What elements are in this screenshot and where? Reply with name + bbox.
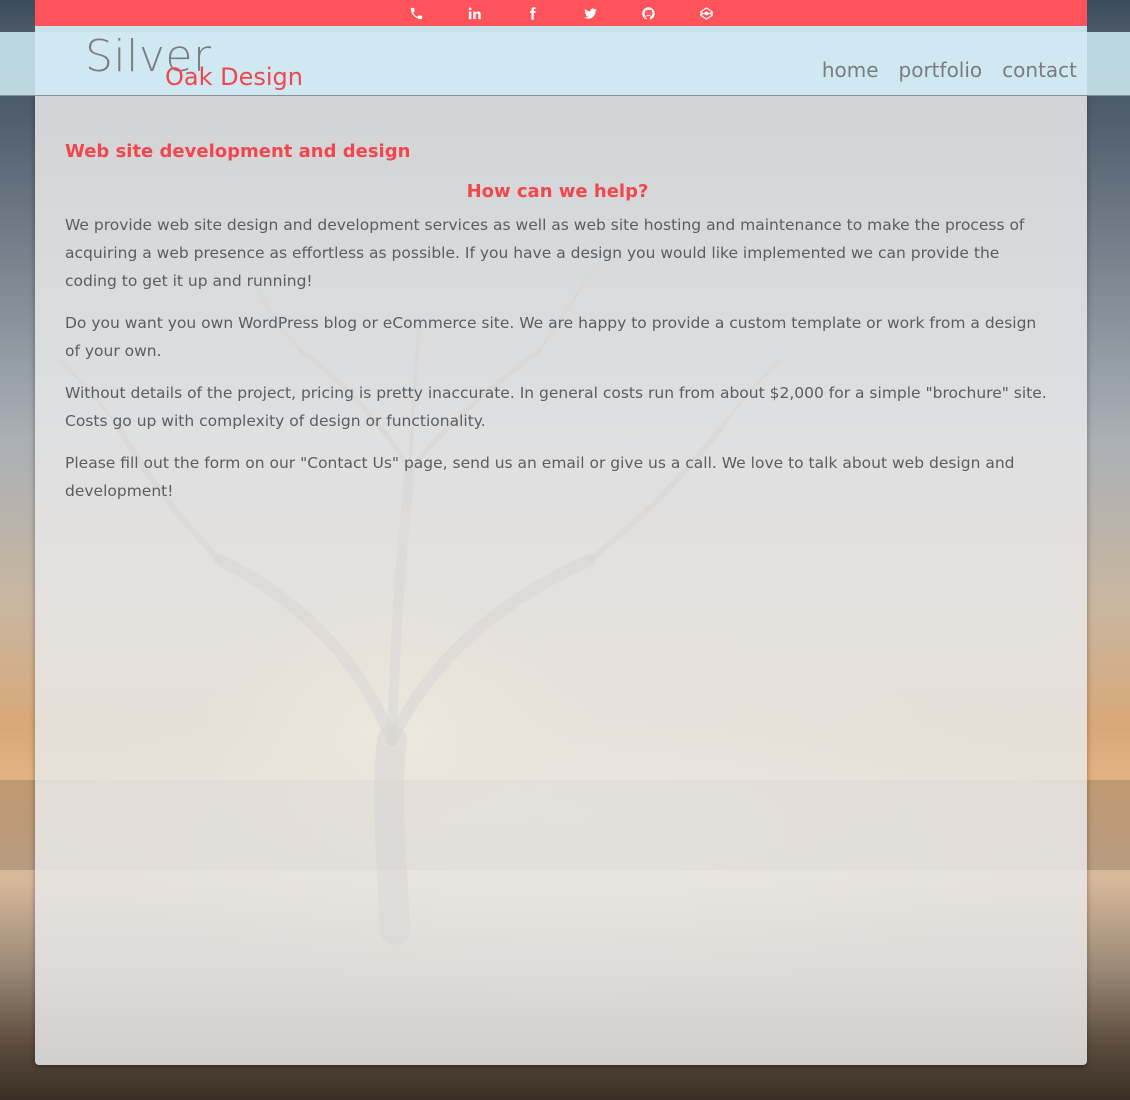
page-heading: Web site development and design (65, 141, 411, 162)
nav-contact[interactable]: contact (1002, 58, 1077, 82)
nav-home[interactable]: home (822, 58, 879, 82)
phone-icon[interactable] (406, 3, 426, 23)
header-edge-left (0, 0, 35, 32)
paragraph-pricing: Without details of the project, pricing … (65, 384, 1047, 430)
content-panel: Web site development and design How can … (35, 95, 1087, 1065)
linkedin-icon[interactable] (464, 3, 484, 23)
social-bar (35, 0, 1087, 26)
section-heading: How can we help? (466, 181, 649, 202)
paragraph-services: We provide web site design and developme… (65, 216, 1025, 290)
paragraph-wordpress: Do you want you own WordPress blog or eC… (65, 314, 1037, 360)
nav-portfolio[interactable]: portfolio (899, 58, 983, 82)
site-logo[interactable]: Silver Oak Design (85, 32, 325, 92)
codepen-icon[interactable] (696, 3, 716, 23)
logo-word-oak-design: Oak Design (165, 63, 303, 91)
site-header: Silver Oak Design home portfolio contact (35, 26, 1087, 95)
github-icon[interactable] (638, 3, 658, 23)
main-nav: home portfolio contact (822, 58, 1077, 82)
main-content: Web site development and design How can … (65, 137, 1050, 519)
facebook-icon[interactable] (522, 3, 542, 23)
paragraph-contact: Please fill out the form on our "Contact… (65, 454, 1015, 500)
header-edge-right (1087, 0, 1130, 32)
twitter-icon[interactable] (580, 3, 600, 23)
